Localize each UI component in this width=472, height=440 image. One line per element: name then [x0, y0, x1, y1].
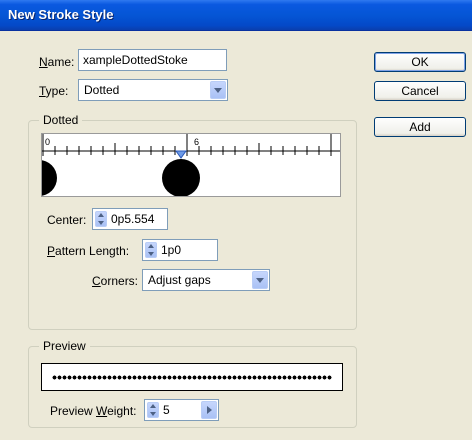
- ruler-graphic: 0 6: [42, 134, 340, 196]
- center-marker-icon: [175, 150, 187, 159]
- preview-group-legend: Preview: [39, 339, 90, 353]
- name-field[interactable]: xampleDottedStoke: [78, 49, 227, 71]
- spinner-icon[interactable]: [145, 242, 157, 258]
- window-title: New Stroke Style: [8, 7, 114, 22]
- corners-select[interactable]: Adjust gaps: [142, 269, 270, 291]
- cancel-button[interactable]: Cancel: [374, 81, 466, 101]
- new-stroke-style-dialog: New Stroke Style Name: xampleDottedStoke…: [0, 0, 472, 440]
- chevron-down-icon[interactable]: [210, 81, 226, 99]
- ruler-start-label: 0: [45, 137, 50, 147]
- name-label: Name:: [39, 55, 75, 69]
- type-label: Type:: [39, 84, 69, 98]
- corners-label: Corners:: [92, 274, 139, 288]
- ruler-mid-label: 6: [194, 137, 199, 147]
- title-bar[interactable]: New Stroke Style: [0, 0, 472, 31]
- pattern-length-spinner[interactable]: 1p0: [142, 239, 218, 261]
- chevron-right-icon[interactable]: [201, 401, 217, 419]
- preview-weight-spinner[interactable]: 5: [144, 399, 219, 421]
- dot-pattern-ruler[interactable]: 0 6: [41, 133, 341, 197]
- corners-select-value: Adjust gaps: [148, 273, 211, 287]
- dot-left: [42, 160, 57, 196]
- name-field-value: xampleDottedStoke: [83, 53, 188, 67]
- dot-center: [162, 159, 200, 196]
- chevron-down-icon[interactable]: [252, 271, 268, 289]
- preview-weight-value: 5: [163, 403, 170, 417]
- dotted-group-legend: Dotted: [39, 113, 83, 127]
- add-button[interactable]: Add: [374, 117, 466, 137]
- center-value: 0p5.554: [111, 212, 155, 226]
- type-select-value: Dotted: [84, 83, 120, 97]
- ruler-ticks: [42, 134, 332, 156]
- stroke-preview: [41, 363, 343, 391]
- pattern-length-value: 1p0: [161, 243, 182, 257]
- center-spinner[interactable]: 0p5.554: [92, 208, 168, 230]
- center-label: Center:: [47, 213, 87, 227]
- spinner-icon[interactable]: [147, 402, 159, 418]
- preview-weight-label: Preview Weight:: [50, 404, 137, 418]
- preview-dotted-line: [52, 375, 332, 380]
- ok-button[interactable]: OK: [374, 52, 466, 72]
- type-select[interactable]: Dotted: [78, 79, 228, 101]
- spinner-icon[interactable]: [95, 211, 107, 227]
- pattern-length-label: Pattern Length:: [47, 244, 130, 258]
